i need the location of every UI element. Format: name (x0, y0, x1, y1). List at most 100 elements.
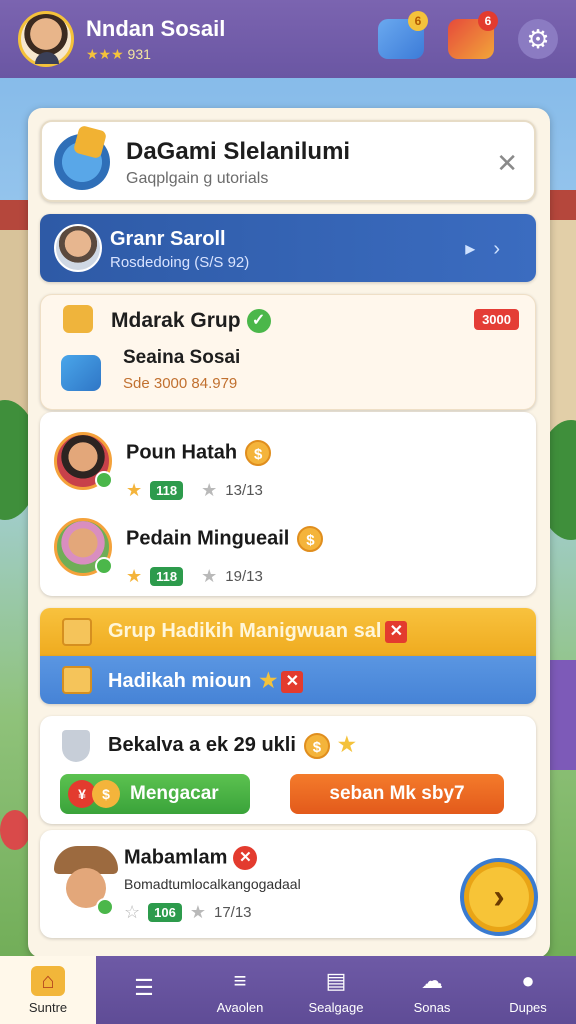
user-name: Nndan Sosail (86, 15, 226, 41)
star-outline-icon: ★ (201, 566, 218, 586)
chevron-right-icon: › (493, 878, 505, 916)
close-icon[interactable]: ✕ (233, 846, 258, 870)
profile-avatar (54, 846, 118, 920)
invite-banner-label: Hadikah mioun (108, 670, 252, 692)
header-card: DaGami Slelanilumi Gaqplgain g utorials … (40, 120, 536, 202)
coin-icon: $ (303, 732, 330, 759)
online-icon (95, 471, 113, 489)
nav-label: Avaolen (216, 999, 264, 1015)
member-score: 13/13 (225, 482, 263, 499)
profile-icon: ● (521, 967, 535, 993)
bottom-nav: ⌂ Suntre ☰ ≡ Avaolen ▤ Sealgage ☁ Sonas … (0, 956, 576, 1024)
check-icon: ✓ (246, 309, 271, 334)
group-title: Mdarak Grup ✓ (111, 309, 271, 334)
profile-score: 17/13 (213, 904, 252, 921)
next-button[interactable]: › (460, 858, 538, 936)
star-outline-icon: ☆ (124, 902, 141, 922)
invite-banner[interactable]: Hadikah mioun ★ ✕ (40, 656, 536, 704)
close-icon[interactable]: ✕ (385, 620, 408, 643)
group-title-text: Mdarak Grup (111, 309, 241, 332)
coin-icon: $ (92, 780, 120, 808)
notes-icon: ☰ (134, 975, 154, 1000)
reward-card: Bekalva a ek 29 ukli $ ★ ¥ $ Mengacar seban… (40, 716, 536, 824)
gifts-button[interactable]: 6 (448, 11, 498, 59)
friend-status: Rosdedoing (S/S 92) (110, 254, 250, 271)
list-icon: ≡ (233, 967, 247, 993)
invite-banner-text: Hadikah mioun ★ ✕ (108, 668, 304, 693)
star-icon: ★ (126, 566, 143, 586)
mengacar-label: Mengacar (130, 783, 219, 804)
nav-label: Dupes (509, 999, 547, 1015)
star-icon: ★ (259, 670, 278, 692)
rating-value: 931 (127, 45, 151, 62)
member-name-text: Pedain Mingueail (126, 527, 290, 550)
nav-item-cloud[interactable]: ☁ Sonas (384, 956, 480, 1024)
list-item[interactable]: Pedain Mingueail $ ★ 118 ★ 19/13 (40, 508, 536, 596)
member-avatar (54, 518, 113, 576)
mengacar-button[interactable]: ¥ $ Mengacar (60, 774, 250, 814)
online-icon (96, 898, 114, 916)
profile-desc: Bomadtumlocalkangogadaal (124, 876, 301, 892)
group-banner[interactable]: Grup Hadikih Manigwuan sal ✕ (40, 608, 536, 656)
messages-badge: 6 (408, 11, 428, 31)
star-icon: ★ (337, 734, 356, 756)
star-icon: ★ (126, 480, 143, 500)
home-icon: ⌂ (31, 965, 65, 996)
nav-item-home[interactable]: ⌂ Suntre (0, 956, 96, 1024)
close-icon[interactable]: ✕ (496, 148, 518, 179)
top-bar: Nndan Sosail ★★★ 931 6 6 ⚙ (0, 0, 576, 78)
level-badge: 106 (148, 903, 182, 922)
shield-icon (62, 730, 90, 762)
friend-card[interactable]: Granr Saroll Rosdedoing (S/S 92) ▸› (40, 214, 536, 282)
star-outline-icon: ★ (189, 902, 206, 922)
user-avatar[interactable] (18, 11, 74, 67)
user-info: Nndan Sosail ★★★ 931 (86, 16, 225, 63)
profile-name: Mabamlam ✕ (124, 846, 258, 870)
gifts-badge: 6 (478, 11, 498, 31)
group-card[interactable]: Mdarak Grup ✓ 3000 Seaina Sosai Sde 3000 … (40, 294, 536, 410)
profile-name-text: Mabamlam (124, 846, 228, 869)
box-icon (62, 666, 92, 694)
coin-icon: $ (297, 526, 324, 552)
folder-icon (62, 618, 92, 646)
main-panel: DaGami Slelanilumi Gaqplgain g utorials … (28, 108, 550, 958)
member-name: Pedain Mingueail $ (126, 526, 324, 552)
nav-label: Suntre (28, 999, 68, 1015)
members-card: Poun Hatah $ ★ 118 ★ 13/13 Pedain Minguea… (40, 412, 536, 596)
coins-icon (63, 305, 93, 333)
nav-item-profile[interactable]: ● Dupes (480, 956, 576, 1024)
group-sub-detail: Sde 3000 84.979 (123, 375, 238, 392)
member-stats: ★ 118 ★ 19/13 (126, 566, 263, 587)
chest-icon (54, 134, 110, 190)
nav-item-money[interactable]: ▤ Sealgage (288, 956, 384, 1024)
group-tag: 3000 (474, 309, 519, 330)
coin-icon: $ (245, 440, 272, 466)
top-icons: 6 6 ⚙ (378, 11, 558, 59)
nav-item-notes[interactable]: ☰ (96, 956, 192, 1024)
rating-stars-icon: ★★★ (86, 45, 124, 62)
user-rating: ★★★ 931 (86, 46, 225, 63)
money-icon: ▤ (325, 967, 347, 993)
messages-button[interactable]: 6 (378, 11, 428, 59)
group-sub-name: Seaina Sosai (123, 347, 241, 368)
friend-name: Granr Saroll (110, 228, 226, 250)
friend-avatar (54, 224, 102, 272)
group-banner-label: Grup Hadikih Manigwuan sal (108, 620, 382, 642)
member-name-text: Poun Hatah (126, 441, 238, 464)
member-avatar (54, 432, 113, 490)
bag-icon (61, 355, 101, 391)
gear-icon[interactable]: ⚙ (518, 19, 558, 59)
flower (0, 810, 30, 850)
nav-item-list[interactable]: ≡ Avaolen (192, 956, 288, 1024)
member-name: Poun Hatah $ (126, 440, 272, 466)
list-item[interactable]: Poun Hatah $ ★ 118 ★ 13/13 (40, 422, 536, 510)
profile-stats: ☆ 106 ★ 17/13 (124, 902, 252, 923)
ticket-icon: ✕ (281, 670, 304, 693)
star-outline-icon: ★ (201, 480, 218, 500)
nav-label: Sonas (413, 999, 451, 1015)
seban-button[interactable]: seban Mk sby7 (290, 774, 504, 814)
level-badge: 118 (150, 567, 184, 586)
nav-label: Sealgage (308, 999, 364, 1015)
chevron-right-icon[interactable]: ▸› (465, 236, 518, 261)
reward-title-text: Bekalva a ek 29 ukli (108, 734, 296, 756)
